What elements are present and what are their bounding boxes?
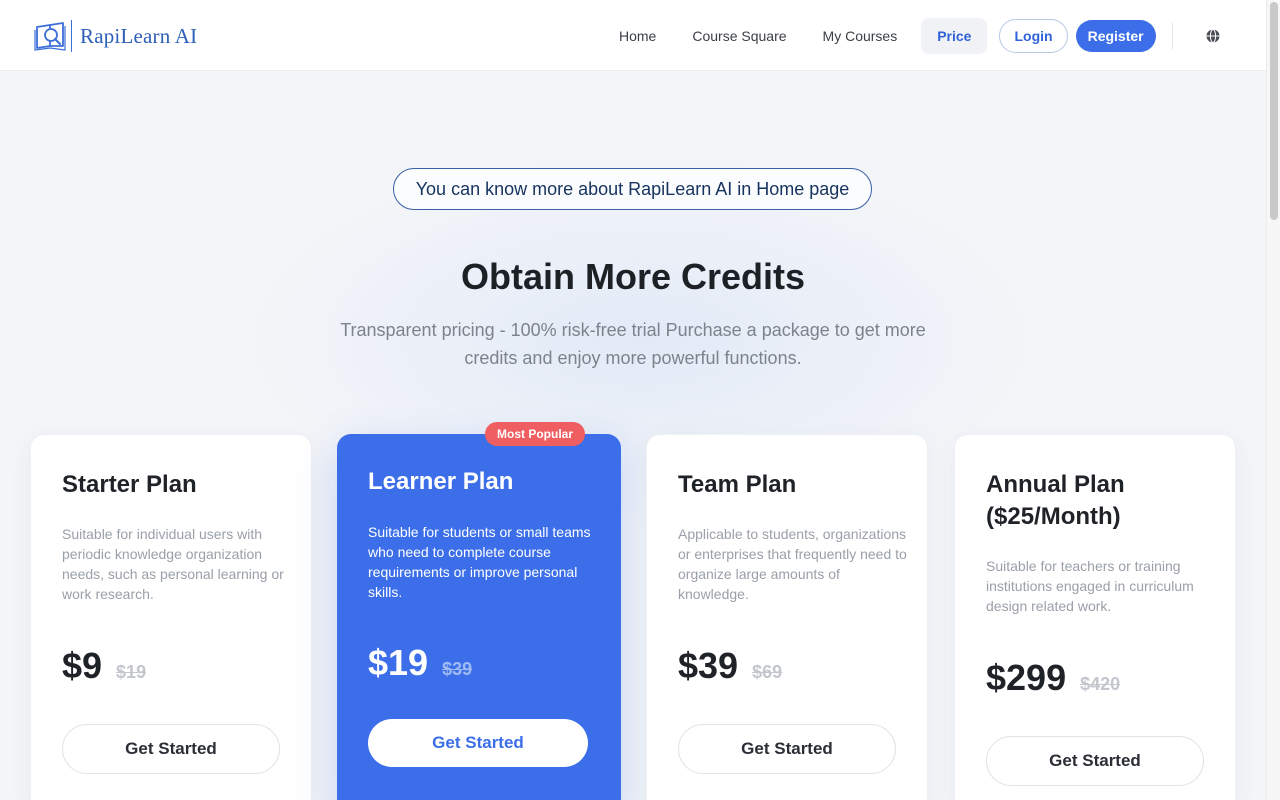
plan-price: $9: [62, 645, 103, 686]
logo-text: RapiLearn AI: [80, 23, 198, 48]
plan-name: Learner Plan: [368, 468, 514, 495]
price-row: $39 $69: [678, 645, 782, 687]
globe-icon[interactable]: [1205, 28, 1221, 44]
book-search-logo-icon: [34, 22, 66, 51]
get-started-button[interactable]: Get Started: [368, 719, 588, 767]
register-button[interactable]: Register: [1075, 20, 1156, 52]
plan-description: Suitable for individual users with perio…: [62, 526, 284, 602]
logo-divider: [71, 20, 72, 52]
page-scrollbar[interactable]: [1266, 0, 1280, 800]
nav-item-my-courses[interactable]: My Courses: [809, 18, 912, 54]
plan-old-price: $69: [752, 662, 783, 682]
plan-description: Suitable for teachers or training instit…: [986, 558, 1194, 614]
price-row: $19 $39: [368, 642, 472, 684]
plan-price: $39: [678, 645, 739, 686]
main-nav: Home Course Square My Courses Price Logi…: [605, 18, 1221, 54]
plan-card-learner: Learner Plan Suitable for students or sm…: [337, 434, 621, 800]
plan-card-team: Team Plan Applicable to students, organi…: [646, 434, 928, 800]
plan-name: Starter Plan: [62, 471, 197, 498]
plan-name: Team Plan: [678, 471, 797, 498]
nav-divider: [1171, 23, 1173, 49]
logo[interactable]: RapiLearn AI: [34, 19, 197, 53]
get-started-button[interactable]: Get Started: [678, 724, 896, 774]
nav-item-course-square[interactable]: Course Square: [678, 18, 800, 54]
page-title: Obtain More Credits: [460, 256, 806, 297]
plan-description: Applicable to students, organizations or…: [678, 526, 907, 602]
home-page-link[interactable]: You can know more about RapiLearn AI in …: [393, 168, 872, 210]
scroll-thumb[interactable]: [1270, 2, 1278, 220]
price-row: $9 $19: [62, 645, 146, 687]
plan-description: Suitable for students or small teams who…: [368, 524, 591, 600]
get-started-button[interactable]: Get Started: [62, 724, 280, 774]
plan-name: Annual Plan ($25/Month): [986, 471, 1125, 530]
page-subtitle: Transparent pricing - 100% risk-free tri…: [340, 320, 926, 368]
nav-item-home[interactable]: Home: [605, 18, 670, 54]
login-button[interactable]: Login: [999, 19, 1068, 53]
plan-old-price: $19: [116, 662, 147, 682]
get-started-button[interactable]: Get Started: [986, 736, 1204, 786]
price-row: $299 $420: [986, 657, 1120, 699]
plan-card-annual: Annual Plan ($25/Month) Suitable for tea…: [954, 434, 1236, 800]
plan-old-price: $39: [442, 659, 473, 679]
plan-card-starter: Starter Plan Suitable for individual use…: [30, 434, 312, 800]
plan-old-price: $420: [1080, 674, 1121, 694]
top-navbar: RapiLearn AI Home Course Square My Cours…: [0, 0, 1266, 71]
plan-price: $299: [986, 657, 1067, 698]
plan-price: $19: [368, 642, 429, 683]
most-popular-badge: Most Popular: [485, 422, 586, 446]
nav-item-price[interactable]: Price: [921, 18, 988, 54]
